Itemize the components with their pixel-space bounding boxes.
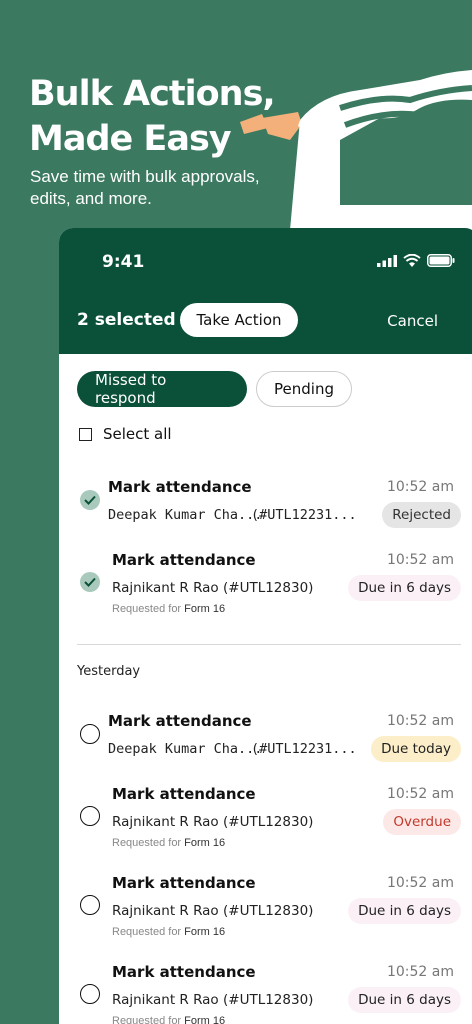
item-checkbox[interactable] xyxy=(80,724,100,744)
item-title: Mark attendance xyxy=(112,551,256,569)
select-all-label: Select all xyxy=(103,425,172,443)
item-time: 10:52 am xyxy=(386,786,454,802)
promo-title-line-1: Bulk Actions, xyxy=(29,74,276,114)
meta-prefix: Requested for xyxy=(112,837,182,849)
meta-value: Form 16 xyxy=(184,837,226,849)
meta-prefix: Requested for xyxy=(112,1015,182,1024)
item-checkbox[interactable] xyxy=(80,806,100,826)
promo-subtitle: Save time with bulk approvals, edits, an… xyxy=(30,167,260,208)
item-employee-name: Rajnikant R Rao (#UTL12830) xyxy=(112,992,314,1008)
item-time: 10:52 am xyxy=(386,713,454,729)
item-time: 10:52 am xyxy=(386,875,454,891)
phone-screen: 9:41 2 selected Take Action Cancel Misse… xyxy=(59,228,472,1024)
filter-pending[interactable]: Pending xyxy=(256,371,352,407)
section-label-yesterday: Yesterday xyxy=(77,664,141,679)
item-title: Mark attendance xyxy=(108,712,252,730)
section-divider xyxy=(77,644,461,645)
meta-prefix: Requested for xyxy=(112,926,182,938)
item-employee-name: Deepak Kumar Cha... xyxy=(108,741,263,757)
item-time: 10:52 am xyxy=(386,479,454,495)
item-checkbox-checked[interactable] xyxy=(80,572,100,592)
item-title: Mark attendance xyxy=(112,785,256,803)
meta-prefix: Requested for xyxy=(112,603,182,615)
status-badge: Due in 6 days xyxy=(348,987,461,1013)
item-title: Mark attendance xyxy=(112,874,256,892)
status-icons xyxy=(377,254,455,267)
signal-icon xyxy=(377,254,397,267)
item-employee-name: Rajnikant R Rao (#UTL12830) xyxy=(112,814,314,830)
status-badge: Overdue xyxy=(383,809,461,835)
checkmark-icon xyxy=(84,577,96,587)
meta-value: Form 16 xyxy=(184,603,226,615)
item-request-meta: Requested for Form 16 xyxy=(112,1015,225,1024)
item-employee-name: Rajnikant R Rao (#UTL12830) xyxy=(112,903,314,919)
item-time: 10:52 am xyxy=(386,964,454,980)
status-badge: Due in 6 days xyxy=(348,898,461,924)
item-checkbox[interactable] xyxy=(80,984,100,1004)
status-time: 9:41 xyxy=(102,252,145,272)
item-employee-code: (#UTL12231... xyxy=(251,507,357,523)
item-title: Mark attendance xyxy=(108,478,252,496)
meta-value: Form 16 xyxy=(184,1015,226,1024)
meta-value: Form 16 xyxy=(184,926,226,938)
selection-header: 9:41 2 selected Take Action Cancel xyxy=(59,228,472,354)
promo-title: Bulk Actions, Made Easy xyxy=(29,72,276,162)
selected-count: 2 selected xyxy=(77,310,176,330)
item-employee-name: Deepak Kumar Cha... xyxy=(108,507,263,523)
status-badge: Due in 6 days xyxy=(348,575,461,601)
item-request-meta: Requested for Form 16 xyxy=(112,837,225,849)
item-title: Mark attendance xyxy=(112,963,256,981)
promo-title-line-2: Made Easy xyxy=(29,119,232,159)
item-employee-name: Rajnikant R Rao (#UTL12830) xyxy=(112,580,314,596)
item-request-meta: Requested for Form 16 xyxy=(112,603,225,615)
battery-icon xyxy=(427,254,455,267)
filter-chips: Missed to respond Pending xyxy=(77,371,352,407)
item-checkbox-checked[interactable] xyxy=(80,490,100,510)
wifi-icon xyxy=(403,254,421,267)
checkmark-icon xyxy=(84,495,96,505)
cancel-button[interactable]: Cancel xyxy=(387,312,438,330)
select-all-row[interactable]: Select all xyxy=(79,425,172,443)
take-action-button[interactable]: Take Action xyxy=(180,303,298,337)
item-employee-code: (#UTL12231... xyxy=(251,741,357,757)
item-checkbox[interactable] xyxy=(80,895,100,915)
select-all-checkbox[interactable] xyxy=(79,427,92,441)
status-badge: Due today xyxy=(371,736,461,762)
item-request-meta: Requested for Form 16 xyxy=(112,926,225,938)
status-badge: Rejected xyxy=(382,502,461,528)
item-time: 10:52 am xyxy=(386,552,454,568)
filter-missed-to-respond[interactable]: Missed to respond xyxy=(77,371,247,407)
